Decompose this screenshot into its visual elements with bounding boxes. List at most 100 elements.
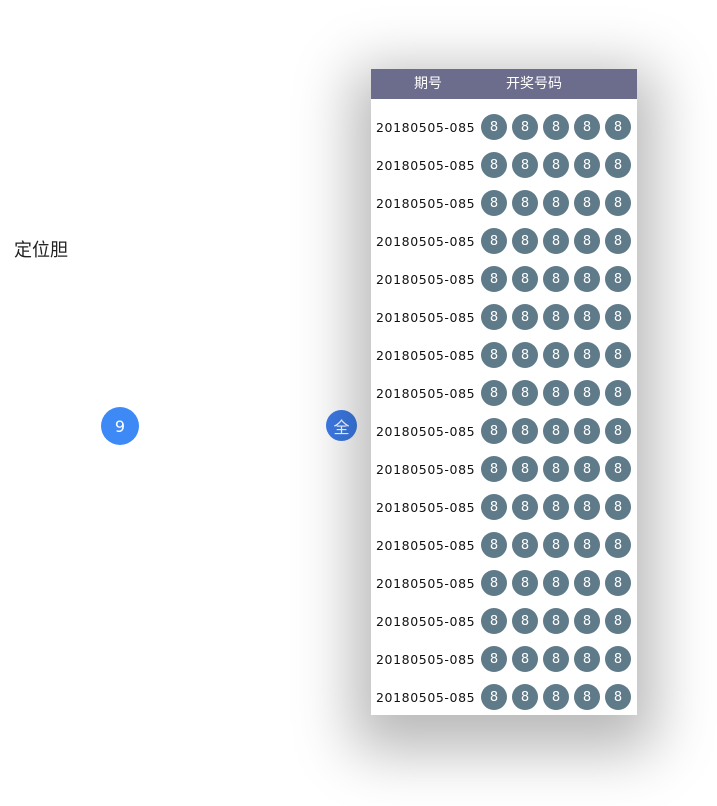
history-row: 20180505-085 8 8 8 8 8	[371, 222, 637, 260]
winning-numbers: 88888	[481, 494, 636, 520]
number-ball: 8	[512, 152, 538, 178]
number-ball: 8	[543, 684, 569, 710]
number-ball: 8	[512, 266, 538, 292]
number-ball: 8	[574, 114, 600, 140]
number-ball: 8	[512, 114, 538, 140]
digit-button[interactable]: 9	[101, 407, 139, 445]
winning-numbers: 88888	[481, 684, 636, 710]
number-ball: 8	[543, 608, 569, 634]
period-number: 20180505-085	[376, 271, 476, 287]
number-ball: 8	[574, 608, 600, 634]
history-row: 20180505-085 8 8 8 8 8	[371, 450, 637, 488]
history-header: 期号 开奖号码	[371, 69, 637, 99]
number-ball: 8	[481, 646, 507, 672]
winning-numbers: 88888	[481, 532, 636, 558]
period-number: 20180505-085	[376, 499, 476, 515]
number-ball: 8	[574, 304, 600, 330]
number-ball: 8	[512, 228, 538, 254]
number-ball: 8	[481, 266, 507, 292]
number-ball: 8	[605, 380, 631, 406]
number-ball: 8	[481, 190, 507, 216]
number-ball: 8	[605, 684, 631, 710]
number-ball: 8	[574, 342, 600, 368]
history-list: 20180505-085 8 8 8 8 8 20180505-085 8 8 8 8 8 201805…	[371, 99, 637, 716]
number-ball: 8	[512, 380, 538, 406]
number-ball: 8	[574, 684, 600, 710]
winning-numbers: 88888	[481, 456, 636, 482]
number-ball: 8	[543, 646, 569, 672]
number-ball: 8	[605, 494, 631, 520]
number-ball: 8	[605, 456, 631, 482]
number-ball: 8	[574, 418, 600, 444]
number-ball: 8	[605, 570, 631, 596]
header-period-label: 期号	[414, 76, 442, 92]
period-number: 20180505-085	[376, 613, 476, 629]
period-number: 20180505-085	[376, 347, 476, 363]
winning-numbers: 88888	[481, 304, 636, 330]
number-ball: 8	[543, 494, 569, 520]
winning-numbers: 88888	[481, 190, 636, 216]
winning-numbers: 88888	[481, 228, 636, 254]
number-ball: 8	[512, 646, 538, 672]
number-ball: 8	[481, 342, 507, 368]
history-row: 20180505-085 8 8 8 8 8	[371, 488, 637, 526]
winning-numbers: 88888	[481, 646, 636, 672]
number-ball: 8	[481, 456, 507, 482]
number-ball: 8	[481, 684, 507, 710]
number-ball: 8	[605, 646, 631, 672]
number-ball: 8	[574, 190, 600, 216]
number-ball: 8	[481, 380, 507, 406]
history-row: 20180505-085 8 8 8 8 8	[371, 260, 637, 298]
number-ball: 8	[543, 304, 569, 330]
period-number: 20180505-085	[376, 423, 476, 439]
number-ball: 8	[543, 418, 569, 444]
number-ball: 8	[512, 532, 538, 558]
select-all-button[interactable]: 全	[326, 410, 357, 441]
number-ball: 8	[543, 152, 569, 178]
history-row: 20180505-085 8 8 8 8 8	[371, 374, 637, 412]
number-ball: 8	[605, 608, 631, 634]
period-number: 20180505-085	[376, 575, 476, 591]
number-ball: 8	[605, 152, 631, 178]
winning-numbers: 88888	[481, 342, 636, 368]
number-ball: 8	[574, 532, 600, 558]
period-number: 20180505-085	[376, 385, 476, 401]
history-row: 20180505-085 8 8 8 8 8	[371, 564, 637, 602]
number-ball: 8	[512, 190, 538, 216]
number-ball: 8	[481, 304, 507, 330]
period-number: 20180505-085	[376, 309, 476, 325]
number-ball: 8	[512, 304, 538, 330]
number-ball: 8	[481, 152, 507, 178]
number-ball: 8	[481, 228, 507, 254]
number-ball: 8	[543, 342, 569, 368]
number-ball: 8	[512, 608, 538, 634]
number-ball: 8	[512, 456, 538, 482]
number-ball: 8	[574, 228, 600, 254]
draw-history-panel: 期号 开奖号码 20180505-085 8 8 8 8 8 20180505-085 8 8 8…	[371, 69, 637, 715]
period-number: 20180505-085	[376, 157, 476, 173]
number-ball: 8	[574, 570, 600, 596]
number-ball: 8	[543, 228, 569, 254]
number-ball: 8	[543, 114, 569, 140]
number-ball: 8	[574, 380, 600, 406]
number-ball: 8	[543, 380, 569, 406]
period-number: 20180505-085	[376, 461, 476, 477]
number-ball: 8	[543, 190, 569, 216]
number-ball: 8	[543, 532, 569, 558]
number-ball: 8	[481, 418, 507, 444]
period-number: 20180505-085	[376, 651, 476, 667]
section-label: 定位胆	[14, 240, 68, 261]
number-ball: 8	[512, 418, 538, 444]
number-ball: 8	[481, 532, 507, 558]
history-row: 20180505-085 8 8 8 8 8	[371, 678, 637, 716]
number-ball: 8	[574, 494, 600, 520]
winning-numbers: 88888	[481, 418, 636, 444]
history-row: 20180505-085 8 8 8 8 8	[371, 602, 637, 640]
number-ball: 8	[481, 114, 507, 140]
number-ball: 8	[512, 494, 538, 520]
number-ball: 8	[574, 152, 600, 178]
number-ball: 8	[605, 228, 631, 254]
number-ball: 8	[605, 114, 631, 140]
number-ball: 8	[574, 456, 600, 482]
period-number: 20180505-085	[376, 119, 476, 135]
